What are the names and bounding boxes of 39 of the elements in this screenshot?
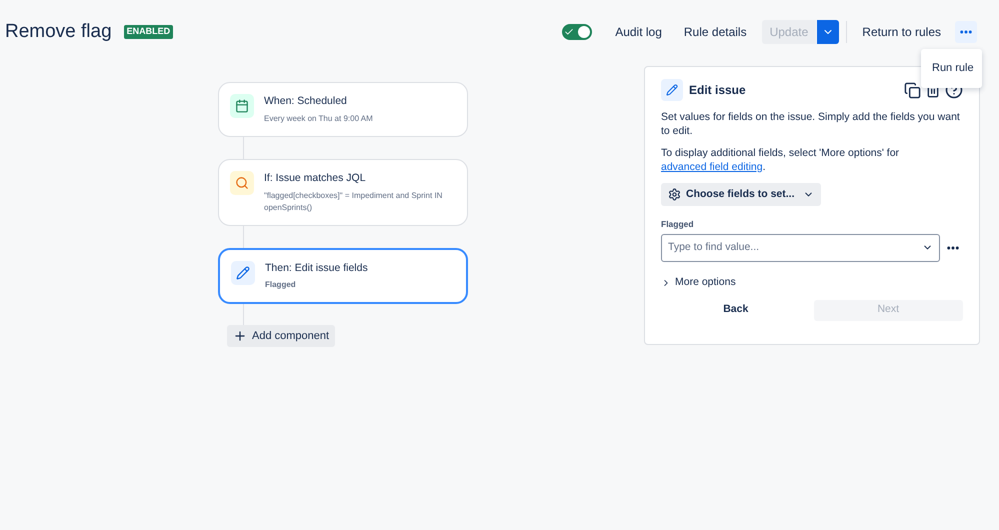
search-icon (230, 170, 254, 195)
step-detail: "flagged[checkboxes]" = Impediment and Sprint IN openSprints() (264, 190, 444, 214)
settings-icon (668, 188, 681, 201)
more-icon[interactable] (947, 246, 959, 250)
status-lozenge: ENABLED (124, 25, 174, 39)
panel-title: Edit issue (689, 82, 746, 99)
pencil-icon (231, 260, 255, 284)
calendar-icon (230, 94, 254, 118)
more-icon (960, 30, 972, 34)
add-component-button[interactable]: Add component (227, 325, 336, 348)
back-button[interactable]: Back (661, 300, 810, 320)
choose-fields-button[interactable]: Choose fields to set... (661, 183, 821, 206)
more-options-toggle[interactable]: More options (661, 274, 736, 290)
step-title: If: Issue matches JQL (264, 170, 367, 186)
return-link[interactable]: Return to rules (854, 18, 949, 46)
menu-item[interactable]: Run rule (921, 53, 982, 84)
header-link[interactable]: Rule details (672, 18, 758, 46)
rule-title: Remove flag (5, 20, 112, 44)
update-dropdown-button[interactable] (817, 20, 840, 44)
advanced-field-editing-link[interactable]: advanced field editing (661, 161, 763, 173)
value-select[interactable]: Type to find value... (661, 234, 940, 262)
step-card[interactable]: Then: Edit issue fields Flagged (218, 248, 468, 304)
step-card[interactable]: If: Issue matches JQL "flagged[checkboxes]" = Impediment and Sprint IN openSprints() (218, 158, 468, 226)
check-icon (564, 27, 574, 37)
step-detail: Flagged (265, 279, 297, 292)
step-title: When: Scheduled (264, 94, 348, 109)
panel-description: Set values for fields on the issue. Simply add the fields you want to edit. (661, 110, 961, 138)
step-detail: Every week on Thu at 9:00 AM (264, 112, 373, 125)
enable-toggle[interactable] (562, 24, 592, 40)
more-button[interactable] (955, 21, 977, 43)
field-label: Flagged (661, 218, 695, 231)
panel-note: To display additional fields, select 'More options' for advanced field editing. (661, 146, 900, 174)
step-title: Then: Edit issue fields (265, 260, 368, 276)
pencil-icon (661, 79, 683, 101)
header-link[interactable]: Audit log (604, 18, 673, 46)
plus-icon (233, 329, 247, 344)
value-field[interactable]: Type to find value... (668, 240, 922, 256)
copy-icon[interactable] (904, 82, 921, 98)
step-card[interactable]: When: Scheduled Every week on Thu at 9:00 AM (218, 82, 468, 137)
